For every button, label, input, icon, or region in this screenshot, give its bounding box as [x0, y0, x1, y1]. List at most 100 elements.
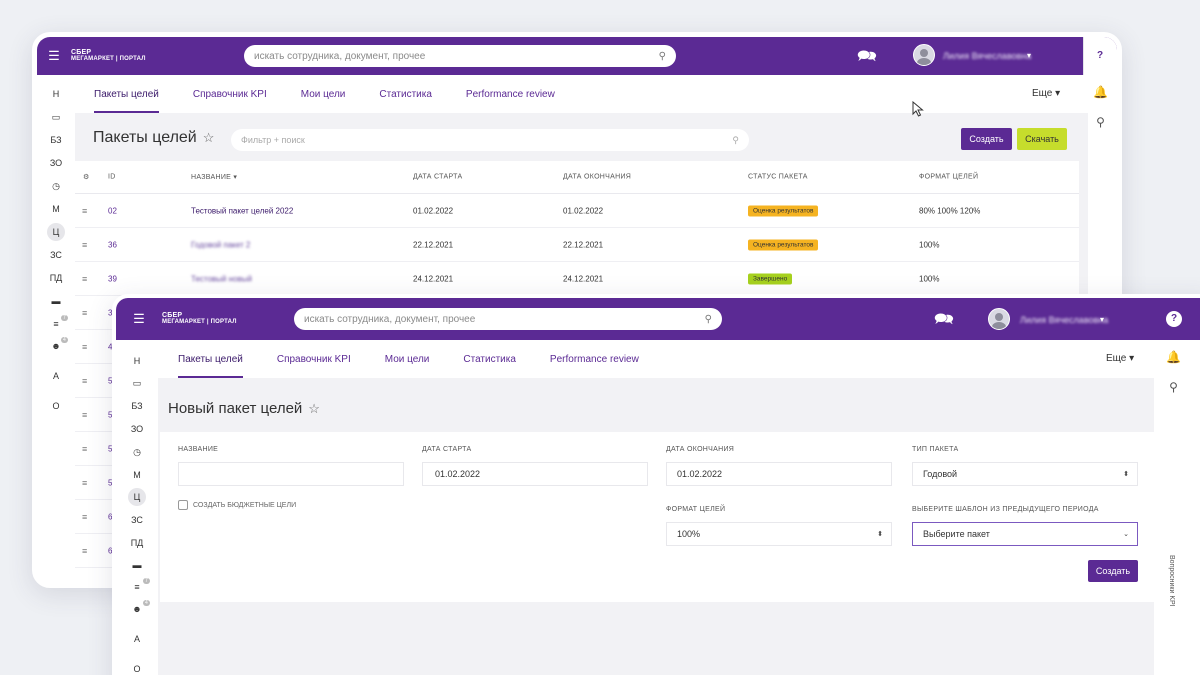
user-name[interactable]: Лилия Вячеславовна — [1020, 315, 1108, 325]
help-icon[interactable]: ? — [1092, 48, 1108, 64]
clock-icon[interactable]: ◷ — [116, 447, 158, 458]
col-id[interactable]: ID — [108, 174, 116, 181]
avatar[interactable] — [913, 44, 935, 66]
more-menu[interactable]: Еще ▾ — [1106, 353, 1134, 364]
id-card-icon[interactable]: ▭ — [116, 378, 158, 389]
more-menu[interactable]: Еще ▾ — [1032, 88, 1060, 99]
drag-handle-icon[interactable]: ≡ — [82, 342, 87, 352]
tab-performance-review[interactable]: Performance review — [466, 75, 555, 113]
search-icon[interactable]: ⚲ — [732, 135, 739, 146]
avatar[interactable] — [988, 308, 1010, 330]
row-id[interactable]: 02 — [108, 206, 117, 215]
search-icon[interactable]: ⚲ — [659, 51, 666, 62]
tab-goal-packages[interactable]: Пакеты целей — [94, 75, 159, 113]
col-name[interactable]: НАЗВАНИЕ ▾ — [191, 173, 237, 181]
printer-icon[interactable]: ▬ — [116, 560, 158, 570]
drag-handle-icon[interactable]: ≡ — [82, 376, 87, 386]
search-icon[interactable]: ⚲ — [1151, 380, 1196, 394]
filter-input[interactable]: Фильтр + поиск ⚲ — [231, 129, 749, 151]
bell-icon[interactable]: 🔔 — [1151, 350, 1196, 364]
nav-item-bz[interactable]: БЗ — [37, 135, 75, 145]
nav-item-pd[interactable]: ПД — [37, 273, 75, 283]
nav-item-n[interactable]: Н — [116, 356, 158, 366]
row-id[interactable]: 39 — [108, 274, 117, 283]
col-status[interactable]: СТАТУС ПАКЕТА — [748, 174, 808, 181]
id-card-icon[interactable]: ▭ — [37, 112, 75, 123]
search-icon[interactable]: ⚲ — [1084, 115, 1117, 129]
chat-icon[interactable]: 🗪 — [857, 45, 877, 72]
bell-icon[interactable]: 🔔 — [1084, 85, 1117, 99]
filter-icon[interactable]: ≡ — [37, 319, 75, 329]
end-date-field[interactable]: 01.02.2022 — [666, 462, 892, 486]
drag-handle-icon[interactable]: ≡ — [82, 546, 87, 556]
nav-item-zs[interactable]: ЗС — [37, 250, 75, 260]
nav-item-n[interactable]: Н — [37, 89, 75, 99]
tab-goal-packages[interactable]: Пакеты целей — [178, 340, 243, 378]
drag-handle-icon[interactable]: ≡ — [82, 478, 87, 488]
drag-handle-icon[interactable]: ≡ — [82, 444, 87, 454]
portal-logo[interactable]: СБЕР МЕГАМАРКЕТ | ПОРТАЛ — [71, 49, 199, 62]
row-name[interactable]: Тестовый новый — [191, 274, 252, 283]
portal-logo[interactable]: СБЕР МЕГАМАРКЕТ | ПОРТАЛ — [162, 312, 290, 325]
create-button[interactable]: Создать — [961, 128, 1012, 150]
menu-icon[interactable]: ☰ — [116, 311, 162, 327]
smile-icon[interactable]: ☻ — [37, 341, 75, 351]
tab-statistics[interactable]: Статистика — [463, 340, 516, 378]
drag-handle-icon[interactable]: ≡ — [82, 274, 87, 284]
template-select[interactable]: Выберите пакет ⌄ — [912, 522, 1138, 546]
col-format[interactable]: ФОРМАТ ЦЕЛЕЙ — [919, 174, 978, 181]
start-date-field[interactable]: 01.02.2022 — [422, 462, 648, 486]
nav-item-o[interactable]: О — [116, 664, 158, 674]
tab-statistics[interactable]: Статистика — [379, 75, 432, 113]
clock-icon[interactable]: ◷ — [37, 181, 75, 192]
smile-icon[interactable]: ☻ — [116, 604, 158, 614]
nav-item-c[interactable]: Ц — [37, 223, 75, 241]
drag-handle-icon[interactable]: ≡ — [82, 206, 87, 216]
nav-item-o[interactable]: О — [37, 401, 75, 411]
table-row[interactable]: ≡ 02 Тестовый пакет целей 2022 01.02.202… — [75, 194, 1079, 228]
nav-item-zs[interactable]: ЗС — [116, 515, 158, 525]
row-name[interactable]: Годовой пакет 2 — [191, 240, 250, 249]
chevron-down-icon[interactable]: ▾ — [1027, 51, 1031, 60]
download-button[interactable]: Скачать — [1017, 128, 1067, 150]
tab-kpi-directory[interactable]: Справочник KPI — [277, 340, 351, 378]
drag-handle-icon[interactable]: ≡ — [82, 240, 87, 250]
chat-icon[interactable]: 🗪 — [934, 308, 954, 335]
nav-item-bz[interactable]: БЗ — [116, 401, 158, 411]
package-type-select[interactable]: Годовой ⬍ — [912, 462, 1138, 486]
tab-my-goals[interactable]: Мои цели — [301, 75, 346, 113]
create-button[interactable]: Создать — [1088, 560, 1138, 582]
nav-item-zo[interactable]: ЗО — [116, 424, 158, 434]
user-name[interactable]: Лилия Вячеславовна — [943, 51, 1031, 61]
chevron-down-icon[interactable]: ▾ — [1100, 315, 1104, 324]
row-id[interactable]: 36 — [108, 240, 117, 249]
nav-item-m[interactable]: М — [37, 204, 75, 214]
drag-handle-icon[interactable]: ≡ — [82, 512, 87, 522]
menu-icon[interactable]: ☰ — [37, 48, 71, 64]
table-row[interactable]: ≡ 36 Годовой пакет 2 22.12.2021 22.12.20… — [75, 228, 1079, 262]
printer-icon[interactable]: ▬ — [37, 296, 75, 306]
nav-item-a[interactable]: А — [37, 371, 75, 381]
search-icon[interactable]: ⚲ — [705, 314, 712, 325]
settings-icon[interactable]: ⚙ — [83, 173, 90, 181]
drag-handle-icon[interactable]: ≡ — [82, 308, 87, 318]
filter-icon[interactable]: ≡ — [116, 582, 158, 592]
tab-performance-review[interactable]: Performance review — [550, 340, 639, 378]
global-search-input[interactable]: искать сотрудника, документ, прочее ⚲ — [244, 45, 676, 67]
nav-item-c[interactable]: Ц — [116, 488, 158, 506]
name-field[interactable] — [178, 462, 404, 486]
tab-kpi-directory[interactable]: Справочник KPI — [193, 75, 267, 113]
nav-item-a[interactable]: А — [116, 634, 158, 644]
col-start[interactable]: ДАТА СТАРТА — [413, 174, 462, 181]
nav-item-zo[interactable]: ЗО — [37, 158, 75, 168]
global-search-input[interactable]: искать сотрудника, документ, прочее ⚲ — [294, 308, 722, 330]
side-label[interactable]: Вопросники KPI — [1168, 555, 1175, 607]
goal-format-select[interactable]: 100% ⬍ — [666, 522, 892, 546]
tab-my-goals[interactable]: Мои цели — [385, 340, 430, 378]
row-name[interactable]: Тестовый пакет целей 2022 — [191, 206, 293, 215]
col-end[interactable]: ДАТА ОКОНЧАНИЯ — [563, 174, 631, 181]
nav-item-pd[interactable]: ПД — [116, 538, 158, 548]
nav-item-m[interactable]: М — [116, 470, 158, 480]
budget-goals-checkbox[interactable]: СОЗДАТЬ БЮДЖЕТНЫЕ ЦЕЛИ — [178, 500, 296, 510]
drag-handle-icon[interactable]: ≡ — [82, 410, 87, 420]
